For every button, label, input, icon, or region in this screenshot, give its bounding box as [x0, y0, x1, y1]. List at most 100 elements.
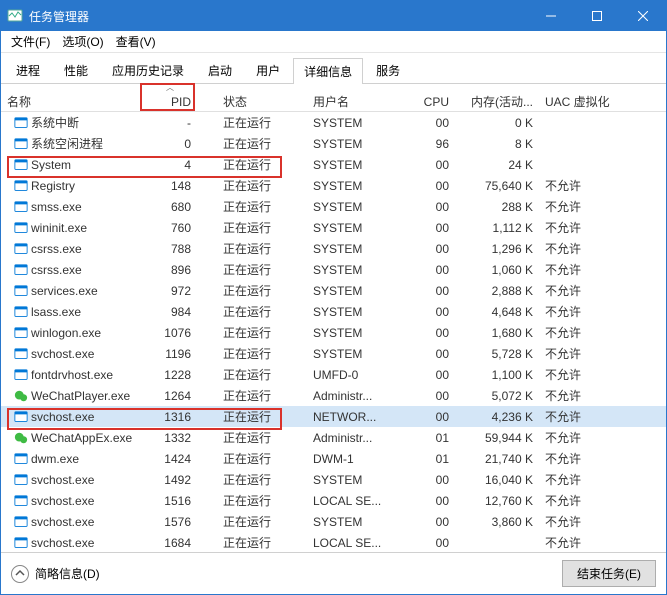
column-header[interactable]: 状态: [197, 91, 307, 112]
cell-user: SYSTEM: [307, 513, 403, 531]
cell-memory: 1,060 K: [455, 261, 539, 279]
process-icon: [13, 199, 29, 215]
tab[interactable]: 详细信息: [293, 58, 363, 84]
table-row[interactable]: Registry148正在运行SYSTEM0075,640 K不允许: [1, 175, 666, 196]
table-row[interactable]: svchost.exe1576正在运行SYSTEM003,860 K不允许: [1, 511, 666, 532]
cell-user: SYSTEM: [307, 177, 403, 195]
cell-status: 正在运行: [197, 469, 307, 490]
cell-memory: 8 K: [455, 135, 539, 153]
cell-user: SYSTEM: [307, 240, 403, 258]
table-row[interactable]: lsass.exe984正在运行SYSTEM004,648 K不允许: [1, 301, 666, 322]
cell-status: 正在运行: [197, 511, 307, 532]
column-header[interactable]: 名称: [1, 91, 141, 112]
cell-memory: 12,760 K: [455, 492, 539, 510]
table-row[interactable]: svchost.exe1684正在运行LOCAL SE...00不允许: [1, 532, 666, 553]
tab[interactable]: 服务: [365, 57, 411, 83]
process-name: WeChatPlayer.exe: [31, 389, 130, 403]
cell-user: SYSTEM: [307, 156, 403, 174]
table-row[interactable]: smss.exe680正在运行SYSTEM00288 K不允许: [1, 196, 666, 217]
table-row[interactable]: dwm.exe1424正在运行DWM-10121,740 K不允许: [1, 448, 666, 469]
cell-pid: 1264: [141, 387, 197, 405]
cell-memory: 3,860 K: [455, 513, 539, 531]
cell-cpu: 00: [403, 408, 455, 426]
process-name: Registry: [31, 179, 75, 193]
cell-user: SYSTEM: [307, 324, 403, 342]
menu-item[interactable]: 选项(O): [56, 31, 109, 52]
cell-pid: 1516: [141, 492, 197, 510]
cell-uac: 不允许: [539, 406, 623, 427]
cell-pid: 680: [141, 198, 197, 216]
table-row[interactable]: WeChatPlayer.exe1264正在运行Administr...005,…: [1, 385, 666, 406]
tab[interactable]: 启动: [197, 57, 243, 83]
minimize-button[interactable]: [528, 1, 574, 31]
maximize-button[interactable]: [574, 1, 620, 31]
tab[interactable]: 应用历史记录: [101, 57, 195, 83]
close-button[interactable]: [620, 1, 666, 31]
chevron-up-icon: [11, 565, 29, 583]
cell-status: 正在运行: [197, 448, 307, 469]
table-row[interactable]: winlogon.exe1076正在运行SYSTEM001,680 K不允许: [1, 322, 666, 343]
cell-status: 正在运行: [197, 490, 307, 511]
column-header[interactable]: CPU: [403, 93, 455, 111]
table-row[interactable]: svchost.exe1516正在运行LOCAL SE...0012,760 K…: [1, 490, 666, 511]
fewer-details-button[interactable]: 简略信息(D): [11, 565, 100, 583]
cell-uac: 不允许: [539, 259, 623, 280]
cell-cpu: 00: [403, 513, 455, 531]
cell-cpu: 00: [403, 471, 455, 489]
table-row[interactable]: 系统中断-正在运行SYSTEM000 K: [1, 112, 666, 133]
cell-memory: 288 K: [455, 198, 539, 216]
process-icon: [13, 178, 29, 194]
cell-cpu: 00: [403, 303, 455, 321]
menu-item[interactable]: 文件(F): [5, 31, 56, 52]
table-row[interactable]: fontdrvhost.exe1228正在运行UMFD-0001,100 K不允…: [1, 364, 666, 385]
table-row[interactable]: csrss.exe788正在运行SYSTEM001,296 K不允许: [1, 238, 666, 259]
cell-status: 正在运行: [197, 364, 307, 385]
table-row[interactable]: services.exe972正在运行SYSTEM002,888 K不允许: [1, 280, 666, 301]
cell-cpu: 00: [403, 177, 455, 195]
menu-item[interactable]: 查看(V): [110, 31, 162, 52]
cell-pid: 1332: [141, 429, 197, 447]
cell-uac: 不允许: [539, 490, 623, 511]
process-name: 系统中断: [31, 114, 79, 131]
table-row[interactable]: svchost.exe1196正在运行SYSTEM005,728 K不允许: [1, 343, 666, 364]
column-header[interactable]: 用户名: [307, 91, 403, 112]
cell-cpu: 01: [403, 450, 455, 468]
cell-uac: 不允许: [539, 385, 623, 406]
cell-user: NETWOR...: [307, 408, 403, 426]
column-header[interactable]: 内存(活动...: [455, 91, 539, 112]
cell-cpu: 00: [403, 282, 455, 300]
footer: 简略信息(D) 结束任务(E): [1, 552, 666, 594]
cell-memory: [455, 541, 539, 545]
cell-status: 正在运行: [197, 133, 307, 154]
process-name: csrss.exe: [31, 263, 82, 277]
table-row[interactable]: System4正在运行SYSTEM0024 K: [1, 154, 666, 175]
tab[interactable]: 用户: [245, 57, 291, 83]
cell-pid: -: [141, 114, 197, 132]
tab[interactable]: 进程: [5, 57, 51, 83]
process-name: services.exe: [31, 284, 98, 298]
cell-uac: 不允许: [539, 448, 623, 469]
table-row[interactable]: csrss.exe896正在运行SYSTEM001,060 K不允许: [1, 259, 666, 280]
process-name: System: [31, 158, 71, 172]
column-header[interactable]: UAC 虚拟化: [539, 91, 623, 112]
end-task-button[interactable]: 结束任务(E): [562, 560, 656, 587]
table-row[interactable]: svchost.exe1492正在运行SYSTEM0016,040 K不允许: [1, 469, 666, 490]
table-row[interactable]: svchost.exe1316正在运行NETWOR...004,236 K不允许: [1, 406, 666, 427]
cell-user: SYSTEM: [307, 282, 403, 300]
column-header[interactable]: PID: [141, 93, 197, 111]
cell-pid: 760: [141, 219, 197, 237]
tab[interactable]: 性能: [53, 57, 99, 83]
process-icon: [13, 388, 29, 404]
table-row[interactable]: wininit.exe760正在运行SYSTEM001,112 K不允许: [1, 217, 666, 238]
cell-user: SYSTEM: [307, 261, 403, 279]
cell-cpu: 00: [403, 324, 455, 342]
process-name: csrss.exe: [31, 242, 82, 256]
process-name: svchost.exe: [31, 347, 94, 361]
table-row[interactable]: 系统空闲进程0正在运行SYSTEM968 K: [1, 133, 666, 154]
cell-memory: 5,728 K: [455, 345, 539, 363]
table-header: ︿ 名称PID状态用户名CPU内存(活动...UAC 虚拟化: [1, 84, 666, 112]
cell-memory: 75,640 K: [455, 177, 539, 195]
cell-user: Administr...: [307, 429, 403, 447]
cell-uac: 不允许: [539, 175, 623, 196]
table-row[interactable]: WeChatAppEx.exe1332正在运行Administr...0159,…: [1, 427, 666, 448]
